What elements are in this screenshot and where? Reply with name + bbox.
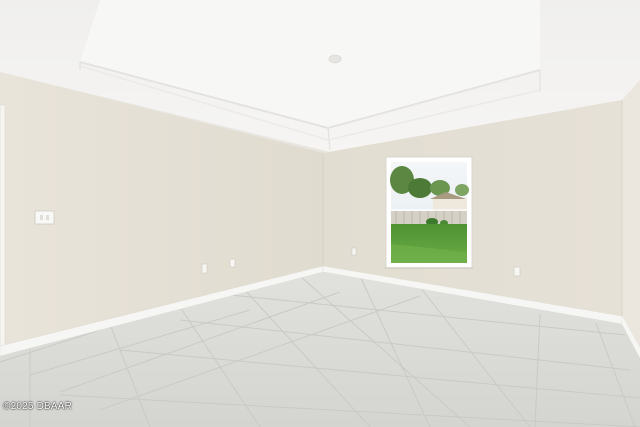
ceiling-smoke-detector (328, 54, 342, 64)
photo-watermark: ©2025 DBAAR (3, 401, 73, 412)
light-switch-toggle-2 (46, 215, 49, 220)
room-illustration (0, 0, 640, 427)
light-switch-plate (34, 210, 55, 225)
outlet-left-1 (201, 263, 208, 274)
room-photo: ©2025 DBAAR (0, 0, 640, 427)
window (385, 156, 473, 269)
outlet-back-2 (513, 266, 521, 277)
light-switch-toggle-1 (40, 215, 43, 220)
outlet-back-1 (351, 247, 357, 256)
door-frame-left (0, 104, 6, 356)
right-wall (622, 80, 640, 354)
outlet-left-2 (229, 258, 236, 268)
